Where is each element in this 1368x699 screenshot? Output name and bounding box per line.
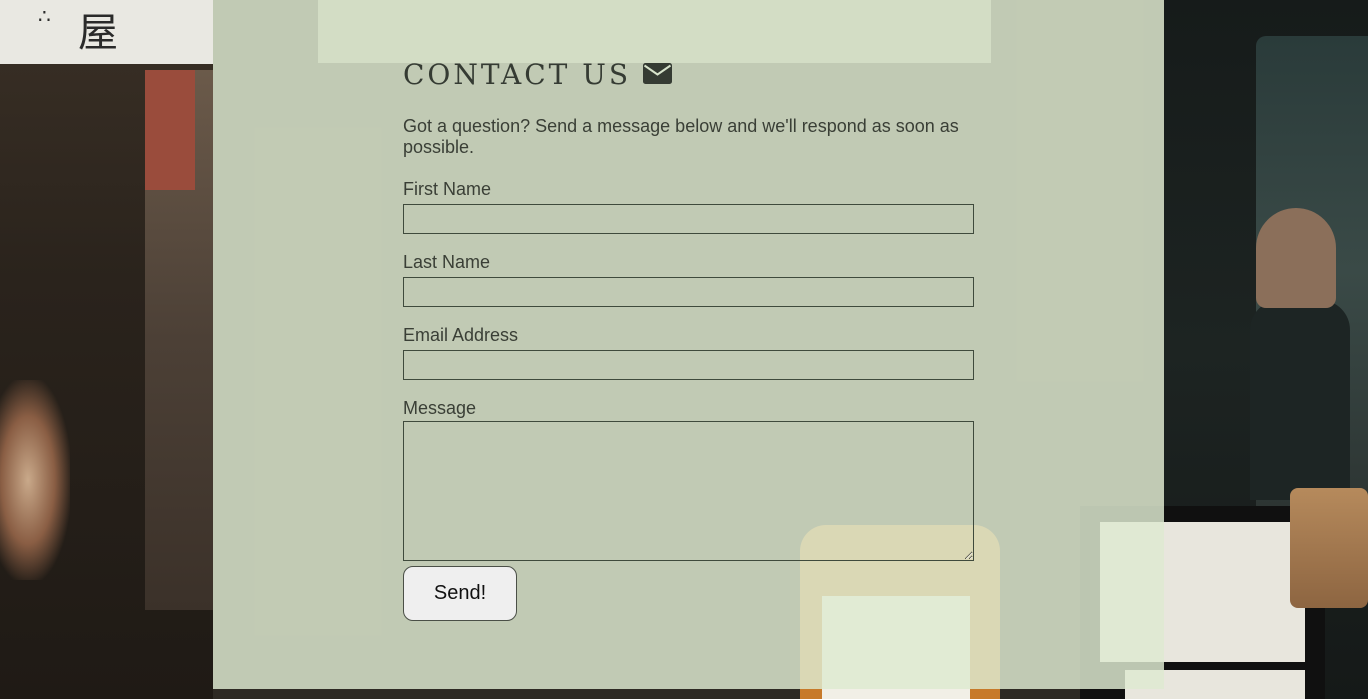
first-name-group: First Name — [403, 178, 974, 234]
envelope-icon — [643, 62, 673, 84]
message-group: Message — [403, 397, 974, 561]
first-name-label: First Name — [403, 179, 492, 199]
intro-text: Got a question? Send a message below and… — [403, 116, 959, 157]
email-field[interactable] — [403, 350, 974, 380]
heading-row: CONTACT US — [403, 56, 974, 92]
email-label: Email Address — [403, 325, 519, 345]
contact-form: First Name Last Name Email Address Messa… — [403, 178, 974, 621]
last-name-label: Last Name — [403, 252, 491, 272]
last-name-field[interactable] — [403, 277, 974, 307]
first-name-field[interactable] — [403, 204, 974, 234]
last-name-group: Last Name — [403, 251, 974, 307]
contact-form-section: CONTACT US Got a question? Send a messag… — [403, 56, 974, 621]
message-field[interactable] — [403, 421, 974, 561]
send-button[interactable]: Send! — [403, 566, 517, 621]
email-group: Email Address — [403, 324, 974, 380]
page-title: CONTACT US — [403, 57, 632, 91]
message-label: Message — [403, 398, 477, 418]
